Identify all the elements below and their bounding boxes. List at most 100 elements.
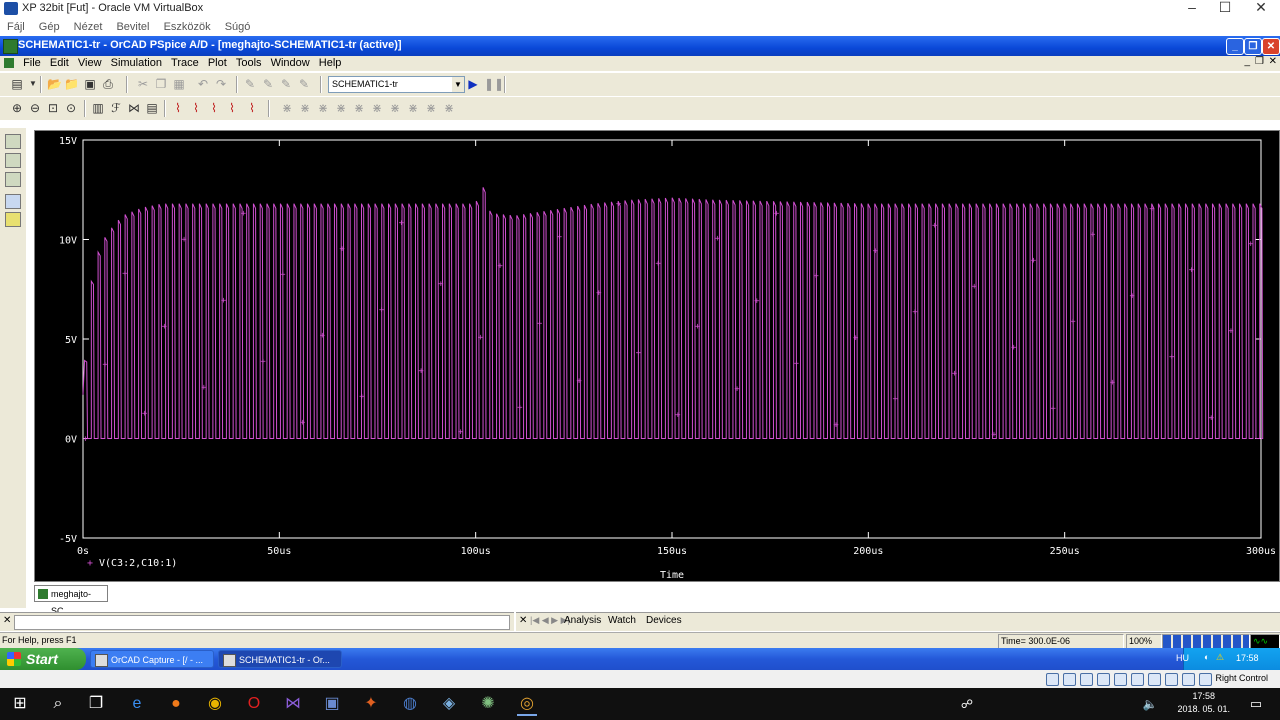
gimp-icon[interactable]: ✦ [361, 694, 381, 714]
menu-tools[interactable]: Tools [236, 56, 262, 71]
virtualbox-cube-icon[interactable]: ◈ [439, 694, 459, 714]
language-indicator[interactable]: HU [1176, 653, 1189, 663]
optical-drive-icon[interactable] [1063, 673, 1076, 686]
log-y-icon[interactable]: ▤ [145, 101, 159, 115]
marker-current-icon[interactable]: ✎ [261, 77, 275, 91]
tab-watch[interactable]: Watch [608, 615, 636, 627]
child-minimize-button[interactable]: _ [1244, 56, 1250, 67]
cursor-label-icon[interactable]: ⋇ [424, 101, 438, 115]
open-icon[interactable]: 📂 [47, 77, 62, 91]
vbox-menu-machine[interactable]: Gép [39, 18, 60, 36]
menu-help[interactable]: Help [319, 56, 342, 71]
marker-power-icon[interactable]: ✎ [279, 77, 293, 91]
visual-studio-icon[interactable]: ⋈ [283, 694, 303, 714]
windows-clock[interactable]: 17:58 2018. 05. 01. [1177, 690, 1230, 716]
vbox-menu-file[interactable]: Fájl [7, 18, 25, 36]
vbox-minimize-button[interactable]: – [1175, 0, 1209, 18]
menu-file[interactable]: File [23, 56, 41, 71]
toggle-cursor-icon[interactable]: ⌇ [225, 101, 239, 115]
setup-icon[interactable] [5, 134, 21, 149]
app-restore-button[interactable]: ❐ [1244, 38, 1262, 55]
vbox-menu-devices[interactable]: Eszközök [164, 18, 211, 36]
run-icon[interactable]: ▶ [466, 77, 480, 91]
notification-icon[interactable]: ▭ [1246, 694, 1266, 714]
undo-icon[interactable]: ↶ [196, 77, 210, 91]
open-folder-icon[interactable]: 📁 [64, 77, 79, 91]
menu-view[interactable]: View [78, 56, 102, 71]
new-dropdown-icon[interactable]: ▼ [26, 77, 40, 91]
chevron-down-icon[interactable]: ▼ [452, 77, 464, 92]
copy-window-icon[interactable] [5, 153, 21, 168]
marker-icon[interactable]: ✎ [243, 77, 257, 91]
hard-disk-icon[interactable] [1046, 673, 1059, 686]
menu-plot[interactable]: Plot [208, 56, 227, 71]
vbox-menu-help[interactable]: Súgó [225, 18, 251, 36]
app-close-button[interactable]: ✕ [1262, 38, 1280, 55]
display-icon[interactable] [1148, 673, 1161, 686]
view-output-icon[interactable] [5, 194, 21, 209]
tab-analysis[interactable]: Analysis [564, 615, 601, 627]
zoom-out-icon[interactable]: ⊖ [28, 101, 42, 115]
menu-trace[interactable]: Trace [171, 56, 199, 71]
usb-icon[interactable] [1114, 673, 1127, 686]
close-icon[interactable]: ✕ [3, 615, 11, 626]
firefox-icon[interactable]: ● [166, 694, 186, 714]
app-tool-icon[interactable]: ✺ [478, 694, 498, 714]
add-trace-icon[interactable]: ⌇ [171, 101, 185, 115]
search-icon[interactable]: ⌕ [48, 694, 68, 714]
zoom-area-icon[interactable]: ⊡ [46, 101, 60, 115]
marker-diff-icon[interactable]: ✎ [297, 77, 311, 91]
waveform-plot[interactable]: 15V 10V 5V 0V -5V0s 50us 100us 150us 200us 250us 3… [35, 131, 1279, 581]
copy-icon[interactable]: ❐ [154, 77, 168, 91]
document-tab[interactable]: meghajto-SC... [34, 585, 108, 616]
cursor-trough-icon[interactable]: ⋇ [298, 101, 312, 115]
app-minimize-button[interactable]: _ [1226, 38, 1244, 55]
app-circle-icon[interactable]: ◍ [400, 694, 420, 714]
audio-icon[interactable] [1080, 673, 1093, 686]
menu-edit[interactable]: Edit [50, 56, 69, 71]
keyboard-capture-icon[interactable] [1199, 673, 1212, 686]
taskbar-item-orcad-capture[interactable]: OrCAD Capture - [/ - ... [90, 650, 214, 668]
vbox-maximize-button[interactable]: ☐ [1208, 0, 1242, 18]
task-view-icon[interactable]: ❐ [86, 694, 106, 714]
cut-icon[interactable]: ✂ [136, 77, 150, 91]
volume-icon[interactable]: 🔈 [1140, 694, 1160, 714]
save-icon[interactable]: ▣ [83, 77, 97, 91]
new-icon[interactable]: ▤ [10, 77, 24, 91]
cursor-peak-icon[interactable]: ⋇ [280, 101, 294, 115]
close-icon[interactable]: ✕ [519, 615, 527, 626]
cursor-search-icon[interactable]: ⋇ [388, 101, 402, 115]
cursor-min-icon[interactable]: ⋇ [334, 101, 348, 115]
performance-icon[interactable]: ⋈ [127, 101, 141, 115]
network-adapter-icon[interactable] [1097, 673, 1110, 686]
child-restore-button[interactable]: ❐ [1255, 56, 1264, 67]
vbox-menu-view[interactable]: Nézet [74, 18, 103, 36]
cursor-max-icon[interactable]: ⋇ [352, 101, 366, 115]
mouse-integration-icon[interactable] [1182, 673, 1195, 686]
vbox-menu-input[interactable]: Bevitel [116, 18, 149, 36]
eval-measure-icon[interactable]: ⌇ [189, 101, 203, 115]
simulation-profile-select[interactable]: SCHEMATIC1-tr ▼ [328, 76, 465, 93]
cursor-next-icon[interactable]: ⋇ [406, 101, 420, 115]
recording-icon[interactable] [1165, 673, 1178, 686]
running-app-icon[interactable]: ◎ [517, 694, 537, 716]
cursor-point-icon[interactable]: ⋇ [370, 101, 384, 115]
menu-window[interactable]: Window [271, 56, 310, 71]
floppy-save-icon[interactable]: ▣ [322, 694, 342, 714]
shared-folders-icon[interactable] [1131, 673, 1144, 686]
edge-icon[interactable]: e [127, 694, 147, 714]
fourier-icon[interactable]: ℱ [109, 101, 123, 115]
tab-devices[interactable]: Devices [646, 615, 682, 627]
paste-icon[interactable]: ▦ [172, 77, 186, 91]
xp-clock[interactable]: 17:58 [1236, 653, 1259, 663]
mark-label-icon[interactable]: ⌇ [245, 101, 259, 115]
run-simulation-icon[interactable] [5, 172, 21, 187]
warning-icon[interactable]: ⚠ [1216, 652, 1224, 663]
view-results-icon[interactable] [5, 212, 21, 227]
add-plot-icon[interactable]: ⌇ [207, 101, 221, 115]
taskbar-item-pspice[interactable]: SCHEMATIC1-tr - Or... [218, 650, 342, 668]
people-icon[interactable]: ☍ [957, 694, 977, 714]
child-close-button[interactable]: ✕ [1269, 56, 1277, 67]
vbox-close-button[interactable]: ✕ [1244, 0, 1278, 18]
zoom-fit-icon[interactable]: ⊙ [64, 101, 78, 115]
